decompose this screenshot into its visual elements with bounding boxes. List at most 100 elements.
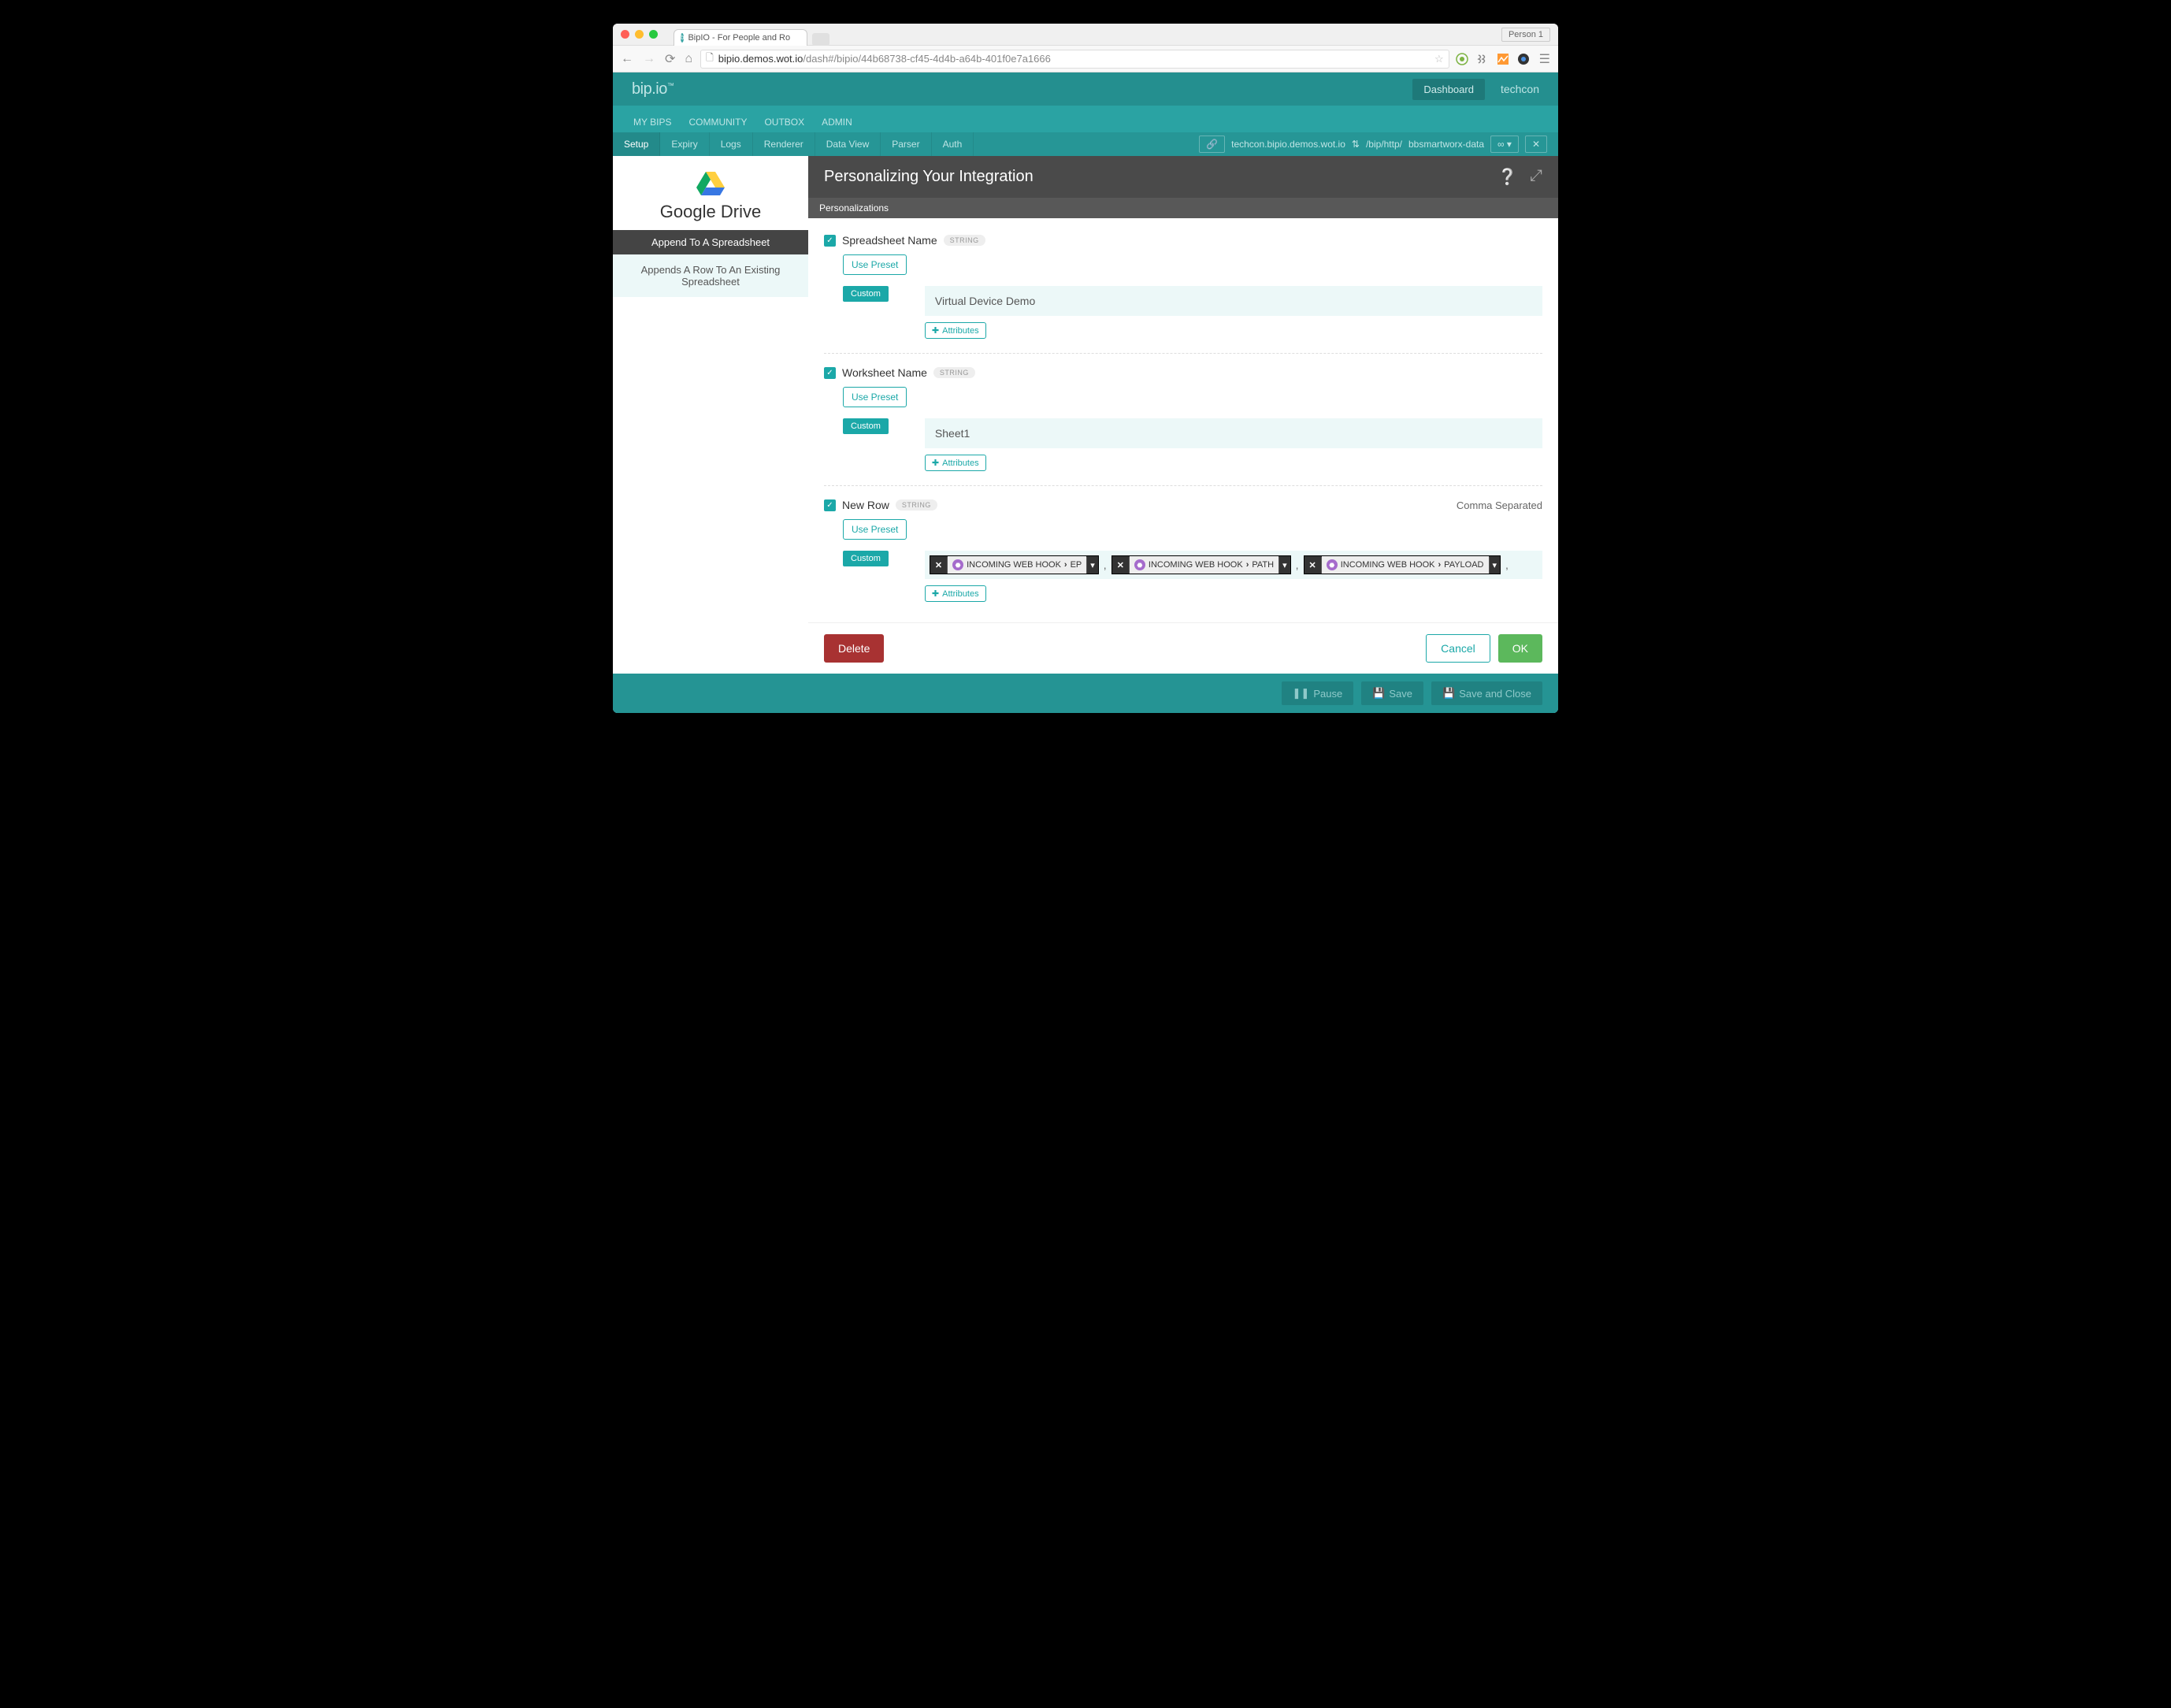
home-icon[interactable]: ⌂ — [683, 52, 694, 66]
app-header: bip.io™ Dashboard techcon — [613, 72, 1558, 106]
action-sidebar: Google Drive Append To A Spreadsheet App… — [613, 156, 808, 674]
chevron-down-icon[interactable]: ▾ — [1086, 557, 1098, 574]
extension-icon[interactable] — [1497, 53, 1509, 65]
custom-button[interactable]: Custom — [843, 551, 889, 566]
secondary-tabs: Setup Expiry Logs Renderer Data View Par… — [613, 132, 1558, 156]
nav-mybips[interactable]: MY BIPS — [632, 112, 673, 132]
pause-button[interactable]: ❚❚Pause — [1282, 681, 1354, 705]
spreadsheet-value-input[interactable]: Virtual Device Demo — [925, 286, 1542, 316]
chevron-down-icon[interactable]: ▾ — [1278, 557, 1290, 574]
maximize-window-icon[interactable] — [649, 30, 658, 39]
token-ep[interactable]: ✕ ⬣INCOMING WEB HOOK › EP ▾ — [930, 555, 1099, 574]
custom-button[interactable]: Custom — [843, 286, 889, 302]
token-payload[interactable]: ✕ ⬣INCOMING WEB HOOK › PAYLOAD ▾ — [1304, 555, 1501, 574]
extension-icon[interactable] — [1476, 53, 1489, 65]
chevron-down-icon[interactable]: ▾ — [1489, 557, 1501, 574]
logo[interactable]: bip.io™ — [632, 80, 674, 98]
favicon-icon: b — [681, 33, 684, 43]
bip-name[interactable]: bbsmartworx-data — [1408, 139, 1484, 150]
type-pill: STRING — [933, 367, 975, 378]
token-path[interactable]: ✕ ⬣INCOMING WEB HOOK › PATH ▾ — [1111, 555, 1291, 574]
save-button[interactable]: 💾Save — [1361, 681, 1423, 705]
newrow-token-input[interactable]: ✕ ⬣INCOMING WEB HOOK › EP ▾ , ✕ ⬣INCOMIN… — [925, 551, 1542, 579]
panel-header: Personalizing Your Integration ❔ ⤢ — [808, 156, 1558, 198]
nav-admin[interactable]: ADMIN — [820, 112, 854, 132]
tab-logs[interactable]: Logs — [710, 132, 753, 156]
tab-setup[interactable]: Setup — [613, 132, 660, 156]
checkbox-icon[interactable]: ✓ — [824, 235, 836, 247]
form-area: ✓ Spreadsheet Name STRING Use Preset Cus… — [808, 218, 1558, 616]
checkbox-icon[interactable]: ✓ — [824, 367, 836, 379]
reload-icon[interactable]: ⟳ — [663, 51, 677, 67]
worksheet-value-input[interactable]: Sheet1 — [925, 418, 1542, 448]
panel-subtabs: Personalizations — [808, 198, 1558, 218]
updown-icon[interactable]: ⇅ — [1352, 139, 1360, 150]
ok-button[interactable]: OK — [1498, 634, 1542, 663]
primary-nav: MY BIPS COMMUNITY OUTBOX ADMIN — [613, 106, 1558, 132]
minimize-window-icon[interactable] — [635, 30, 644, 39]
profile-badge[interactable]: Person 1 — [1501, 28, 1550, 42]
attributes-button[interactable]: ✚Attributes — [925, 455, 986, 471]
url-input[interactable]: 🗋 bipio.demos.wot.io/dash#/bipio/44b6873… — [700, 50, 1449, 69]
delete-button[interactable]: Delete — [824, 634, 884, 663]
webhook-icon: ⬣ — [1134, 559, 1145, 570]
bookmark-star-icon[interactable]: ☆ — [1434, 53, 1444, 65]
checkbox-icon[interactable]: ✓ — [824, 499, 836, 511]
back-icon[interactable]: ← — [619, 52, 635, 66]
field-worksheet: ✓ Worksheet Name STRING Use Preset Custo… — [824, 360, 1542, 486]
save-icon: 💾 — [1442, 687, 1455, 700]
save-icon: 💾 — [1372, 687, 1385, 700]
new-tab-button[interactable] — [812, 33, 829, 46]
save-close-button[interactable]: 💾Save and Close — [1431, 681, 1542, 705]
tab-title: BipIO - For People and Ro — [688, 33, 790, 43]
use-preset-button[interactable]: Use Preset — [843, 519, 907, 540]
attributes-button[interactable]: ✚Attributes — [925, 322, 986, 339]
separator: , — [1294, 559, 1301, 571]
browser-tab[interactable]: b BipIO - For People and Ro — [674, 29, 807, 46]
subtab-personalizations[interactable]: Personalizations — [808, 198, 900, 218]
tab-auth[interactable]: Auth — [932, 132, 974, 156]
tab-parser[interactable]: Parser — [881, 132, 931, 156]
browser-window: b BipIO - For People and Ro Person 1 ← →… — [613, 24, 1558, 713]
attributes-button[interactable]: ✚Attributes — [925, 585, 986, 602]
tab-dataview[interactable]: Data View — [815, 132, 881, 156]
cancel-button[interactable]: Cancel — [1426, 634, 1490, 663]
panel-title: Personalizing Your Integration — [824, 168, 1034, 186]
nav-outbox[interactable]: OUTBOX — [763, 112, 806, 132]
field-newrow: ✓ New Row STRING Comma Separated Use Pre… — [824, 492, 1542, 616]
panel-footer: Delete Cancel OK — [808, 622, 1558, 674]
menu-icon[interactable]: ☰ — [1538, 51, 1552, 67]
user-menu[interactable]: techcon — [1501, 83, 1539, 95]
remove-token-icon[interactable]: ✕ — [930, 557, 948, 574]
action-title: Append To A Spreadsheet — [613, 230, 808, 254]
tab-renderer[interactable]: Renderer — [753, 132, 815, 156]
custom-button[interactable]: Custom — [843, 418, 889, 434]
pod-header: Google Drive — [613, 156, 808, 230]
extension-icons: ☰ — [1456, 51, 1552, 67]
extension-icon[interactable] — [1456, 53, 1468, 65]
bip-url-control: 🔗 techcon.bipio.demos.wot.io ⇅ /bip/http… — [1199, 136, 1558, 153]
remove-token-icon[interactable]: ✕ — [1304, 557, 1322, 574]
link-icon-button[interactable]: 🔗 — [1199, 136, 1225, 153]
bip-domain[interactable]: techcon.bipio.demos.wot.io — [1231, 139, 1345, 150]
webhook-icon: ⬣ — [952, 559, 963, 570]
extension-icon[interactable] — [1517, 53, 1530, 65]
expand-icon[interactable]: ⤢ — [1530, 167, 1542, 187]
remove-token-icon[interactable]: ✕ — [1112, 557, 1130, 574]
nav-community[interactable]: COMMUNITY — [687, 112, 748, 132]
address-bar: ← → ⟳ ⌂ 🗋 bipio.demos.wot.io/dash#/bipio… — [613, 46, 1558, 72]
share-button[interactable]: ∞ ▾ — [1490, 136, 1519, 153]
type-pill: STRING — [896, 499, 937, 511]
help-icon[interactable]: ❔ — [1497, 167, 1517, 187]
field-label: Worksheet Name — [842, 366, 927, 379]
tab-expiry[interactable]: Expiry — [660, 132, 709, 156]
main-panel: Personalizing Your Integration ❔ ⤢ Perso… — [808, 156, 1558, 674]
close-button[interactable]: ✕ — [1525, 136, 1547, 153]
field-hint: Comma Separated — [1457, 499, 1542, 511]
field-label: Spreadsheet Name — [842, 234, 937, 247]
dashboard-button[interactable]: Dashboard — [1412, 79, 1485, 100]
close-window-icon[interactable] — [621, 30, 629, 39]
content-card: Google Drive Append To A Spreadsheet App… — [613, 156, 1558, 674]
use-preset-button[interactable]: Use Preset — [843, 387, 907, 407]
use-preset-button[interactable]: Use Preset — [843, 254, 907, 275]
